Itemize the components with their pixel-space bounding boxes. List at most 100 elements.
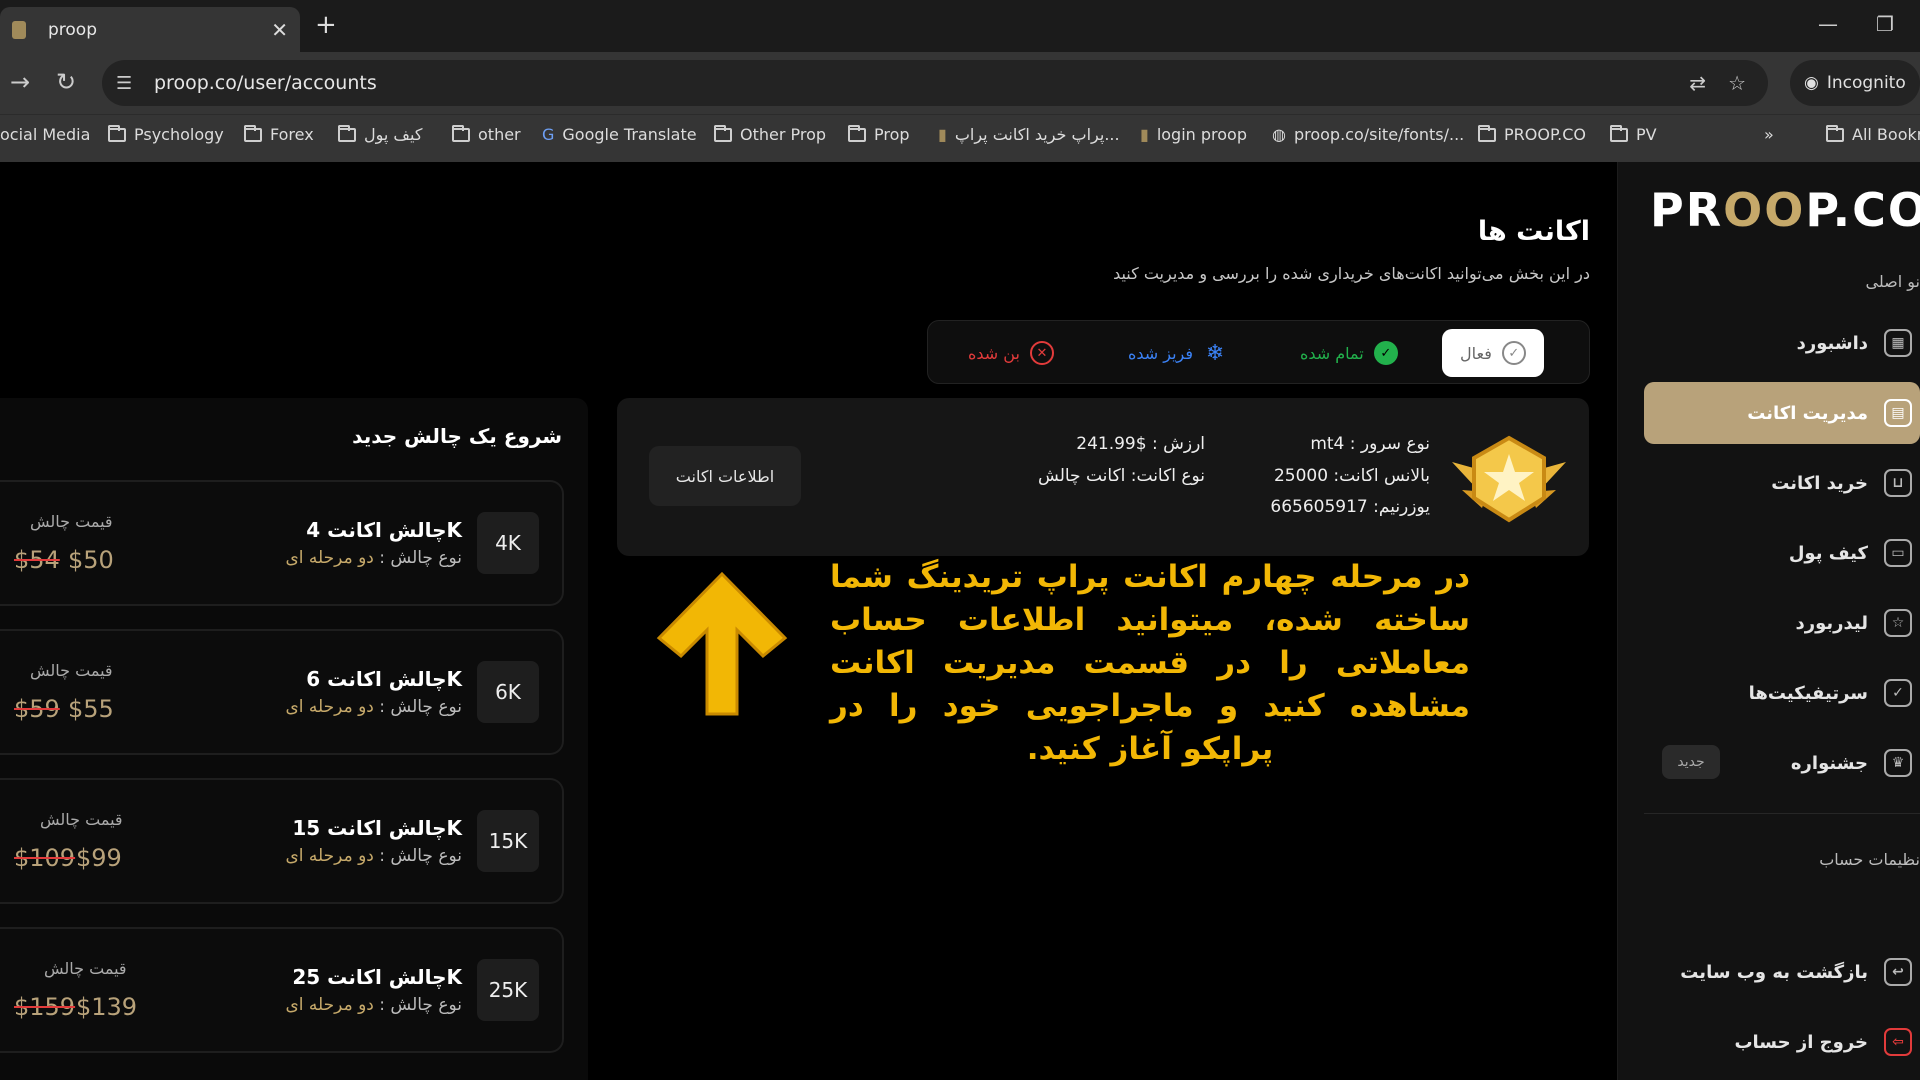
all-bookmarks[interactable]: All Bookm (1826, 124, 1920, 144)
bookmark-item[interactable]: Psychology (108, 124, 224, 144)
price-label: قیمت چالش (30, 512, 113, 531)
minimize-icon[interactable]: — (1818, 12, 1838, 36)
sidebar-item-certificates[interactable]: سرتیفیکیت‌ها ✓ (1644, 662, 1920, 724)
forward-icon[interactable]: → (10, 68, 30, 96)
proop-favicon-icon: ▮ (1140, 125, 1149, 144)
sidebar-divider (1644, 813, 1920, 814)
challenge-size: 4K (477, 512, 539, 574)
bookmark-item[interactable]: Other Prop (714, 124, 826, 144)
folder-icon (244, 124, 262, 142)
bookmark-item[interactable]: Forex (244, 124, 314, 144)
folder-icon (1610, 124, 1628, 142)
current-price: $50 (68, 546, 114, 574)
status-filter-bar: فعال ✓ تمام شده ✓ فریز شده ❄ بن شده ✕ (927, 320, 1590, 384)
bookmark-item[interactable]: PROOP.CO (1478, 124, 1586, 144)
reload-icon[interactable]: ↻ (56, 68, 76, 96)
new-badge: جدید (1662, 745, 1720, 779)
challenge-name: چالش اکانت 25K (292, 965, 462, 989)
wallet-icon: ▭ (1884, 539, 1912, 567)
cart-icon: ⊔ (1884, 469, 1912, 497)
account-settings-label: نظیمات حساب (1819, 850, 1920, 869)
price-label: قیمت چالش (40, 810, 123, 829)
challenge-card-15k[interactable]: 15K چالش اکانت 15K نوع چالش : دو مرحله ا… (0, 778, 564, 904)
challenge-type: نوع چالش : دو مرحله ای (285, 548, 463, 568)
globe-icon: ◍ (1272, 125, 1286, 144)
star-icon: ☆ (1884, 609, 1912, 637)
sidebar-item-back-to-site[interactable]: بازگشت به وب سایت ↩ (1644, 941, 1920, 1003)
banned-shield-icon: ✕ (1029, 341, 1054, 365)
folder-icon (338, 124, 356, 142)
filter-frozen[interactable]: فریز شده ❄ (1128, 329, 1227, 377)
current-price: $55 (68, 695, 114, 723)
sidebar-item-logout[interactable]: خروج از حساب ⇦ (1644, 1011, 1920, 1073)
sidebar-item-wallet[interactable]: کیف پول ▭ (1644, 522, 1920, 584)
old-price: $109 (14, 844, 76, 872)
current-price: $139 (76, 993, 138, 1021)
bookmark-star-icon[interactable]: ☆ (1728, 71, 1746, 95)
price-label: قیمت چالش (30, 661, 113, 680)
sidebar-item-account-management[interactable]: مدیریت اکانت ▤ (1644, 382, 1920, 444)
bookmark-item[interactable]: Prop (848, 124, 910, 144)
challenge-name: چالش اکانت 6K (306, 667, 462, 691)
challenge-card-4k[interactable]: 4K چالش اکانت 4K نوع چالش : دو مرحله ای … (0, 480, 564, 606)
bookmark-item[interactable]: G Google Translate (542, 125, 697, 144)
return-icon: ↩ (1884, 958, 1912, 986)
filter-banned[interactable]: بن شده ✕ (968, 329, 1054, 377)
old-price: $54 (14, 546, 60, 574)
proop-favicon-icon: ▮ (938, 125, 947, 144)
folder-icon (1826, 124, 1844, 142)
logout-icon: ⇦ (1884, 1028, 1912, 1056)
old-price: $159 (14, 993, 76, 1021)
challenge-size: 15K (477, 810, 539, 872)
page-subtitle: در این بخش می‌توانید اکانت‌های خریداری ش… (1113, 264, 1590, 283)
account-value: ارزش : $241.99 (1076, 434, 1205, 454)
translate-icon[interactable]: ⇄ (1689, 71, 1706, 95)
sidebar-item-dashboard[interactable]: داشبورد ▦ (1644, 312, 1920, 374)
challenge-name: چالش اکانت 4K (306, 518, 462, 542)
bookmark-item[interactable]: PV (1610, 124, 1657, 144)
snowflake-icon: ❄ (1205, 340, 1225, 366)
folder-icon (108, 124, 126, 142)
challenge-card-6k[interactable]: 6K چالش اکانت 6K نوع چالش : دو مرحله ای … (0, 629, 564, 755)
filter-finished[interactable]: تمام شده ✓ (1300, 329, 1398, 377)
new-tab-icon[interactable]: + (315, 10, 337, 40)
current-price: $99 (76, 844, 122, 872)
folder-icon (1478, 124, 1496, 142)
server-type: نوع سرور : mt4 (1310, 434, 1430, 454)
folder-icon (714, 124, 732, 142)
bookmark-item[interactable]: ocial Media (0, 125, 90, 144)
account-username: یوزرنیم: 665605917 (1270, 497, 1430, 517)
bookmark-item[interactable]: ▮ login proop (1140, 125, 1247, 144)
tutorial-overlay-text: در مرحله چهارم اکانت پراپ تریدینگ شما سا… (830, 559, 1470, 767)
incognito-indicator[interactable]: ◉ Incognito (1790, 60, 1920, 106)
challenge-size: 6K (477, 661, 539, 723)
challenge-type: نوع چالش : دو مرحله ای (285, 697, 463, 717)
account-type: نوع اکانت: اکانت چالش (1038, 466, 1205, 486)
account-info-button[interactable]: اطلاعات اکانت (649, 446, 801, 506)
sidebar-item-buy-account[interactable]: خرید اکانت ⊔ (1644, 452, 1920, 514)
bookmark-item[interactable]: کیف پول (338, 124, 422, 144)
close-tab-icon[interactable]: ✕ (271, 18, 288, 42)
bookmarks-bar: ocial Media Psychology Forex کیف پول oth… (0, 114, 1920, 162)
bookmark-item[interactable]: ◍ proop.co/site/fonts/... (1272, 125, 1464, 144)
address-bar[interactable]: ☰ proop.co/user/accounts ⇄ ☆ (102, 60, 1768, 106)
filter-active[interactable]: فعال ✓ (1442, 329, 1544, 377)
account-balance: بالانس اکانت: 25000 (1273, 466, 1430, 486)
challenge-type: نوع چالش : دو مرحله ای (285, 995, 463, 1015)
folder-icon (452, 124, 470, 142)
restore-icon[interactable]: ❐ (1876, 12, 1894, 36)
incognito-label: Incognito (1826, 73, 1906, 93)
challenge-type: نوع چالش : دو مرحله ای (285, 846, 463, 866)
sidebar-item-leaderboard[interactable]: لیدربورد ☆ (1644, 592, 1920, 654)
certificate-icon: ✓ (1884, 679, 1912, 707)
page-title: اکانت ها (1477, 216, 1590, 247)
account-icon: ▤ (1884, 399, 1912, 427)
challenge-card-25k[interactable]: 25K چالش اکانت 25K نوع چالش : دو مرحله ا… (0, 927, 564, 1053)
more-bookmarks-icon[interactable]: » (1764, 125, 1774, 144)
bookmark-item[interactable]: ▮ پراپ خرید اکانت پراپ... (938, 125, 1120, 144)
browser-tab[interactable]: proop ✕ (0, 7, 300, 52)
site-settings-icon[interactable]: ☰ (116, 73, 140, 94)
url-text[interactable]: proop.co/user/accounts (154, 72, 1689, 94)
main-menu-label: نو اصلی (1865, 272, 1920, 291)
bookmark-item[interactable]: other (452, 124, 521, 144)
